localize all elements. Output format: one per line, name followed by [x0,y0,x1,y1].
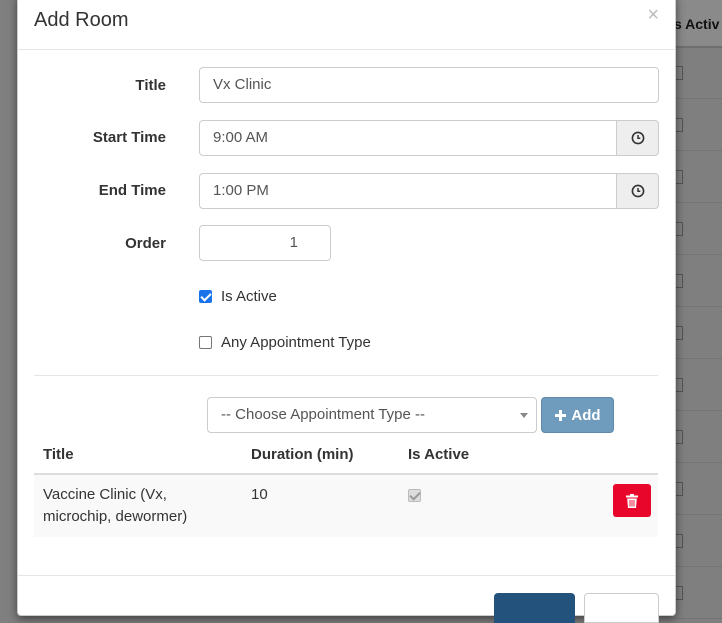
background-table-row [674,515,722,567]
title-input[interactable]: Vx Clinic [199,67,659,103]
clock-icon [631,184,644,198]
column-header-is-active: Is Active [408,446,470,463]
order-input[interactable]: 1 [199,225,331,261]
background-table-row [674,99,722,151]
is-active-checkbox[interactable]: Is Active [199,288,277,305]
background-table-row [674,411,722,463]
section-divider [34,375,658,376]
title-label: Title [135,77,166,94]
background-table-row [674,359,722,411]
checkbox-checked[interactable] [199,290,212,303]
cancel-button[interactable] [584,593,659,623]
add-appointment-type-button[interactable]: Add [541,397,614,433]
column-header-duration: Duration (min) [251,446,354,463]
start-time-picker-button[interactable] [616,120,659,156]
plus-icon [555,409,567,421]
row-is-active-checkbox [408,489,421,502]
background-table-row [674,307,722,359]
background-table-row [674,47,722,99]
checkbox-unchecked[interactable] [199,336,212,349]
start-time-input[interactable]: 9:00 AM [199,120,617,156]
end-time-picker-button[interactable] [616,173,659,209]
appointment-type-select[interactable]: -- Choose Appointment Type -- [207,397,537,433]
background-table-header: s Activ [674,0,722,48]
add-room-modal: Add Room × Title Vx Clinic Start Time 9:… [17,0,676,623]
background-table-row [674,151,722,203]
any-appointment-type-label: Any Appointment Type [221,334,371,351]
add-button-label: Add [571,406,601,424]
order-label: Order [125,235,166,252]
column-header-title: Title [43,446,74,463]
trash-icon [626,493,638,508]
background-table-row [674,255,722,307]
clock-icon [631,131,644,145]
is-active-label: Is Active [221,288,277,305]
modal-header: Add Room × [18,0,675,50]
row-duration: 10 [251,486,268,503]
modal-footer-border [18,575,675,576]
end-time-label: End Time [98,182,166,199]
end-time-input[interactable]: 1:00 PM [199,173,617,209]
modal-title: Add Room [34,9,129,31]
background-table-row [674,203,722,255]
background-table-row [674,463,722,515]
any-appointment-type-checkbox[interactable]: Any Appointment Type [199,334,371,351]
appointment-type-selected: -- Choose Appointment Type -- [221,406,425,423]
delete-row-button[interactable] [613,484,651,517]
save-button[interactable] [494,593,575,623]
start-time-label: Start Time [92,129,166,146]
chevron-down-icon [520,413,528,418]
close-icon[interactable]: × [647,4,659,27]
background-column-header: s Activ [674,16,720,32]
row-title: Vaccine Clinic (Vx, microchip, dewormer) [43,486,188,525]
background-table-row [674,567,722,619]
